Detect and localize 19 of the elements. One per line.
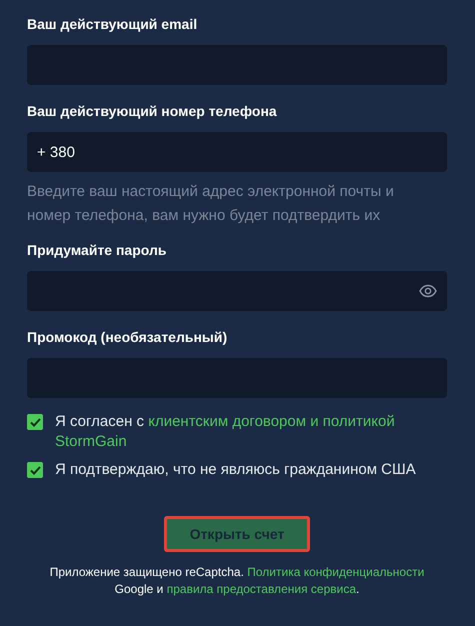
hint-text: Введите ваш настоящий адрес электронной почты и номер телефона, вам нужно будет подтвердить их — [27, 182, 395, 226]
checkbox-label: Я согласен с клиентским договором и политикой StormGain — [55, 412, 395, 452]
terms-link[interactable]: клиентским договором и политикой — [148, 413, 395, 430]
password-field[interactable] — [27, 271, 447, 311]
field-label: Придумайте пароль — [27, 242, 166, 258]
field-label: Промокод (необязательный) — [27, 329, 228, 345]
policy-link[interactable]: Политика конфиденциальности — [247, 565, 424, 579]
policy-link[interactable]: правила предоставления сервиса — [166, 582, 356, 596]
checkbox-label: Я подтверждаю, что не являюсь гражданином США — [55, 460, 416, 480]
field-label: Ваш действующий email — [27, 16, 198, 32]
eye-icon[interactable] — [419, 284, 437, 298]
input-field[interactable]: + 380 — [27, 132, 447, 172]
input-field[interactable] — [27, 358, 447, 398]
checkbox[interactable] — [27, 462, 43, 478]
terms-link[interactable]: StormGain — [55, 433, 127, 450]
field-label: Ваш действующий номер телефона — [27, 103, 277, 119]
recaptcha-notice: Приложение защищено reCaptcha. Политика конфиденциальности Google и правила предоставления сервиса. — [48, 564, 426, 598]
input-field[interactable] — [27, 45, 447, 85]
checkbox[interactable] — [27, 414, 43, 430]
